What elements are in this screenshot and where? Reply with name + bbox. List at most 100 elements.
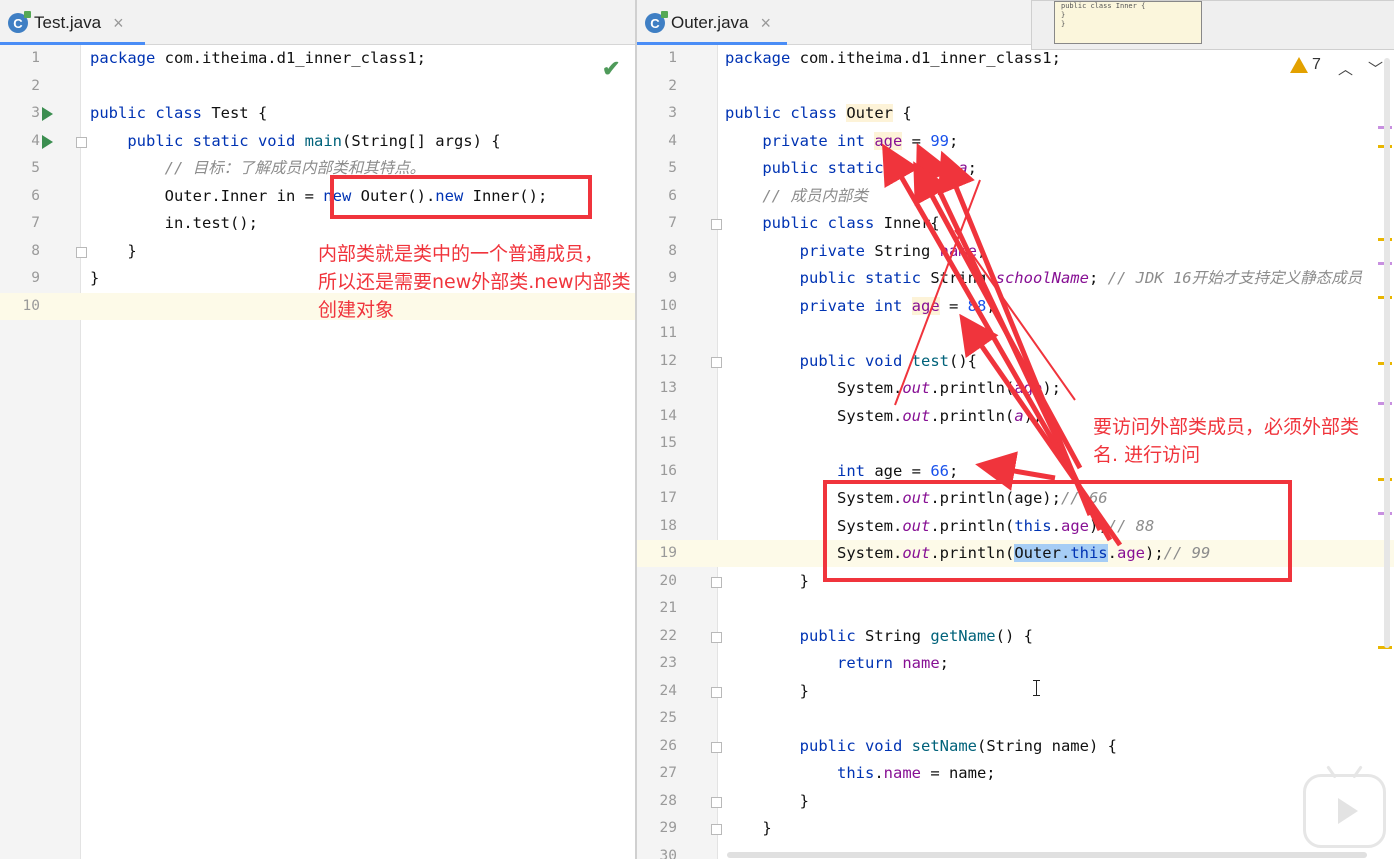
line-number[interactable]: 9 (0, 265, 40, 292)
line-number[interactable]: 25 (637, 705, 677, 732)
line-number[interactable]: 3 (0, 100, 40, 127)
code-line[interactable]: 24 } (637, 678, 1394, 705)
fold-icon[interactable] (76, 246, 87, 258)
code-line[interactable]: 2 (637, 73, 1394, 100)
line-number[interactable]: 15 (637, 430, 677, 457)
next-highlight-icon[interactable]: ﹀ (1368, 58, 1383, 79)
code-line[interactable]: 12 public void test(){ (637, 348, 1394, 375)
fold-icon[interactable] (711, 576, 722, 588)
line-number[interactable]: 6 (637, 183, 677, 210)
code-line[interactable]: 13 System.out.println(age); (637, 375, 1394, 402)
code-line[interactable]: 11 (637, 320, 1394, 347)
line-number[interactable]: 2 (637, 73, 677, 100)
line-number[interactable]: 19 (637, 540, 677, 567)
line-number[interactable]: 22 (637, 623, 677, 650)
inspection-widget[interactable]: 7 (1290, 56, 1321, 74)
line-number[interactable]: 16 (637, 458, 677, 485)
previous-highlight-icon[interactable]: ︿ (1338, 58, 1353, 79)
run-gutter-icon[interactable] (42, 107, 53, 121)
vertical-scrollbar[interactable] (1384, 58, 1390, 648)
fold-icon[interactable] (711, 796, 722, 808)
code-line[interactable]: 25 (637, 705, 1394, 732)
line-number[interactable]: 8 (637, 238, 677, 265)
close-icon[interactable]: × (113, 13, 124, 34)
left-code-area[interactable]: 1 package com.itheima.d1_inner_class1; 2 3 p… (0, 45, 636, 859)
run-gutter-icon[interactable] (42, 134, 53, 149)
code-line[interactable]: 27 this.name = name; (637, 760, 1394, 787)
code-text: this.name = name; (725, 760, 996, 787)
tab-outer-java[interactable]: C Outer.java × (645, 9, 771, 37)
line-number[interactable]: 5 (637, 155, 677, 182)
code-line[interactable]: 4 public static void main(String[] args)… (0, 128, 636, 155)
horizontal-scrollbar[interactable] (727, 852, 1367, 858)
line-number[interactable]: 4 (0, 128, 40, 155)
fold-icon[interactable] (711, 741, 722, 753)
line-number[interactable]: 17 (637, 485, 677, 512)
code-line[interactable]: 29 } (637, 815, 1394, 842)
line-number[interactable]: 12 (637, 348, 677, 375)
line-number[interactable]: 29 (637, 815, 677, 842)
code-line[interactable]: 3 public class Test { (0, 100, 636, 127)
line-number[interactable]: 4 (637, 128, 677, 155)
code-line[interactable]: 22 public String getName() { (637, 623, 1394, 650)
video-player-icon[interactable] (1303, 774, 1386, 848)
code-token: 88 (967, 296, 987, 315)
line-number[interactable]: 28 (637, 788, 677, 815)
code-line[interactable]: 10 private int age = 88; (637, 293, 1394, 320)
code-token: = (939, 296, 968, 315)
line-number[interactable]: 30 (637, 843, 677, 859)
line-number[interactable]: 21 (637, 595, 677, 622)
code-line[interactable]: 23 return name; (637, 650, 1394, 677)
line-number[interactable]: 3 (637, 100, 677, 127)
line-number[interactable]: 11 (637, 320, 677, 347)
code-token: .println( (930, 379, 1015, 397)
code-line[interactable]: 26 public void setName(String name) { (637, 733, 1394, 760)
code-token: ; (1088, 269, 1108, 287)
code-token: package (90, 49, 156, 67)
line-number[interactable]: 24 (637, 678, 677, 705)
line-number[interactable]: 26 (637, 733, 677, 760)
code-line[interactable]: 2 (0, 73, 636, 100)
line-number[interactable]: 7 (637, 210, 677, 237)
line-number[interactable]: 5 (0, 155, 40, 182)
fold-icon[interactable] (76, 136, 87, 148)
code-text: public void test(){ (725, 348, 977, 375)
line-number[interactable]: 20 (637, 568, 677, 595)
line-number[interactable]: 18 (637, 513, 677, 540)
fold-icon[interactable] (711, 824, 722, 835)
line-number[interactable]: 7 (0, 210, 40, 237)
line-number[interactable]: 27 (637, 760, 677, 787)
code-line[interactable]: 8 private String name; (637, 238, 1394, 265)
line-number[interactable]: 8 (0, 238, 40, 265)
fold-icon[interactable] (711, 631, 722, 643)
code-line[interactable]: 7 public class Inner{ (637, 210, 1394, 237)
code-line[interactable]: 5 public static String a; (637, 155, 1394, 182)
code-line[interactable]: 4 private int age = 99; (637, 128, 1394, 155)
line-number[interactable]: 10 (637, 293, 677, 320)
tab-test-java[interactable]: C Test.java × (8, 9, 124, 37)
code-line[interactable]: 3 public class Outer { (637, 100, 1394, 127)
line-number[interactable]: 2 (0, 73, 40, 100)
highlight-box-new-inner (330, 175, 592, 219)
code-line[interactable]: 1 package com.itheima.d1_inner_class1; (0, 45, 636, 72)
code-line[interactable]: 21 (637, 595, 1394, 622)
code-line[interactable]: 6 // 成员内部类 (637, 183, 1394, 210)
line-number[interactable]: 10 (0, 293, 40, 320)
fold-icon[interactable] (711, 219, 722, 230)
fold-icon[interactable] (711, 356, 722, 368)
code-token: () { (995, 626, 1033, 645)
line-number[interactable]: 9 (637, 265, 677, 292)
line-number[interactable]: 23 (637, 650, 677, 677)
line-number[interactable]: 13 (637, 375, 677, 402)
line-number[interactable]: 14 (637, 403, 677, 430)
line-number[interactable]: 1 (0, 45, 40, 72)
line-number[interactable]: 6 (0, 183, 40, 210)
line-number[interactable]: 1 (637, 45, 677, 72)
fold-icon[interactable] (711, 686, 722, 698)
code-line[interactable]: 9 public static String schoolName; // JD… (637, 265, 1394, 292)
code-line[interactable]: 28 } (637, 788, 1394, 815)
close-icon[interactable]: × (761, 13, 772, 34)
